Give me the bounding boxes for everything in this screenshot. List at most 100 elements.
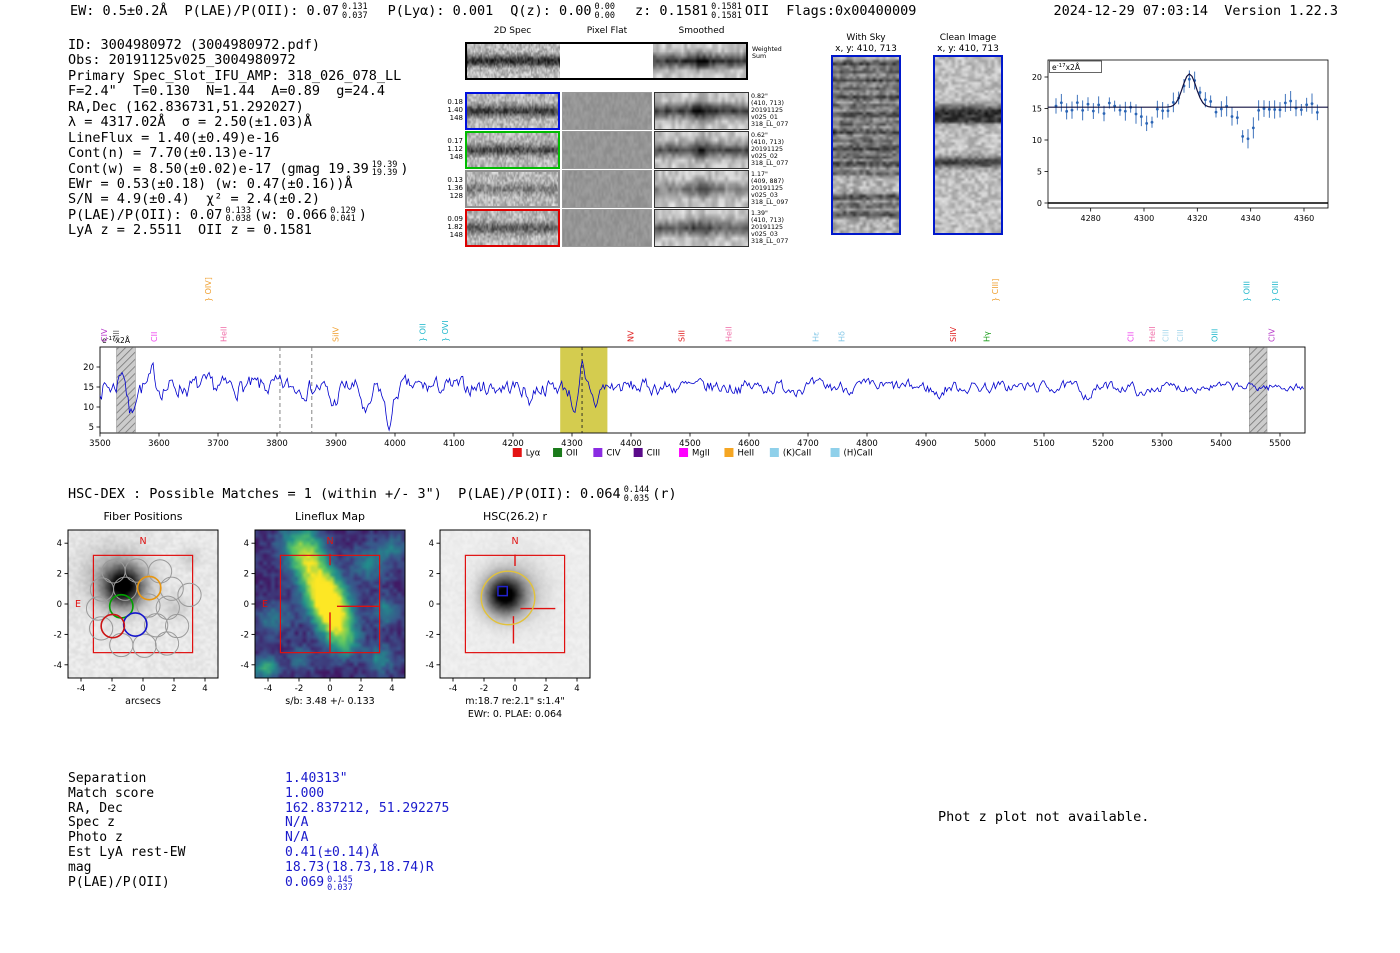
phot-z-note: Phot z plot not available. — [938, 809, 1150, 825]
svg-text:0: 0 — [244, 600, 249, 610]
row-smoothed-cutout-canvas — [655, 210, 748, 246]
spectrum-data-point — [1145, 121, 1149, 125]
hsc-dex-match-line: HSC-DEX : Possible Matches = 1 (within +… — [68, 485, 677, 504]
elixer-report-page: EW: 0.5±0.2Å P(LAE)/P(OII): 0.07 0.131 0.… — [0, 0, 1400, 953]
spectrum-data-point — [1081, 108, 1085, 112]
spectrum-data-point — [1123, 109, 1127, 113]
spectrum-data-point — [1086, 102, 1090, 106]
spectrum-data-point — [1278, 108, 1282, 112]
row-smoothed-cutout — [654, 92, 749, 130]
info-ewr: EWr = 0.53(±0.18) (w: 0.47(±0.16))Å — [68, 175, 353, 192]
emission-line-label: CIV — [1268, 328, 1277, 342]
info-radec: RA,Dec (162.836731,51.292027) — [68, 98, 304, 115]
row-2d-spec-cutout-canvas — [467, 211, 558, 245]
match-row-label: Est LyA rest-EW — [68, 844, 186, 860]
match-row-label: P(LAE)/P(OII) — [68, 874, 170, 890]
svg-text:4500: 4500 — [679, 439, 701, 449]
legend-label: HeII — [737, 449, 754, 459]
match-row-value: N/A — [285, 815, 309, 831]
match-row-value: 162.837212, 51.292275 — [285, 800, 450, 816]
header-plae-label: P(LAE)/P(OII): 0.07 — [184, 3, 339, 19]
svg-text:-4: -4 — [264, 684, 272, 694]
info-plae-frac: 0.133 0.038 — [225, 205, 252, 225]
svg-text:3700: 3700 — [207, 439, 229, 449]
svg-text:0: 0 — [57, 600, 62, 610]
fiber-circle — [132, 633, 157, 658]
svg-text:-4: -4 — [54, 661, 62, 671]
header-plae-frac: 0.131 0.037 — [341, 2, 368, 21]
with-sky-canvas — [833, 57, 899, 233]
fiber-circle — [154, 631, 180, 656]
header-qz-frac: 0.00 0.00 — [594, 2, 616, 21]
legend-label: MgII — [692, 449, 710, 459]
spectrum-data-point — [1059, 101, 1063, 105]
lineflux-caption: s/b: 3.48 +/- 0.133 — [285, 696, 375, 707]
row-2d-spec-cutout — [465, 170, 560, 208]
emission-line-label: Hγ — [983, 331, 992, 342]
row-smoothed-cutout-canvas — [655, 93, 748, 129]
spectrum-data-point — [1166, 109, 1170, 113]
info-plae-frac-w: 0.129 0.041 — [330, 205, 356, 225]
column-header-smoothed: Smoothed — [678, 26, 725, 36]
match-table-row: Est LyA rest-EW 0.41(±0.14)Å — [68, 844, 449, 861]
legend-swatch — [724, 448, 734, 457]
svg-text:-2: -2 — [108, 684, 116, 694]
weighted-sum-label: Weighted Sum — [752, 46, 782, 60]
row-2d-spec-cutout-canvas — [467, 133, 558, 167]
flux-unit-label: e-17x2Å — [1052, 63, 1081, 72]
match-row-label: Separation — [68, 771, 147, 786]
svg-text:5500: 5500 — [1269, 439, 1291, 449]
svg-text:2: 2 — [171, 684, 176, 694]
row-pixel-flat-cutout — [562, 92, 652, 130]
spectrum-data-point — [1118, 108, 1122, 112]
match-table-row: RA, Dec 162.837212, 51.292275 — [68, 800, 450, 817]
info-redshifts: LyA z = 2.5511 OII z = 0.1581 — [68, 222, 312, 239]
header-z: z: 0.1581 0.1581 0.1581 OII — [635, 3, 769, 20]
spectrum-data-point — [1310, 102, 1314, 106]
spectrum-data-point — [1267, 107, 1271, 111]
row-smoothed-cutout — [654, 131, 749, 169]
svg-text:5400: 5400 — [1210, 439, 1232, 449]
cutout-row-left-stats: 0.18 1.40 148 — [447, 98, 463, 122]
fiber-xaxis-label: arcsecs — [125, 696, 161, 707]
header-qz: Q(z): 0.00 0.00 0.00 — [510, 3, 618, 20]
header-z-label: z: 0.1581 — [635, 3, 709, 19]
column-header-pixel-flat: Pixel Flat — [586, 26, 628, 36]
clean-image-coords: x, y: 410, 713 — [937, 44, 999, 54]
match-row-value: 18.73(18.73,18.74)R — [285, 859, 434, 875]
svg-text:4: 4 — [244, 539, 249, 549]
svg-text:-4: -4 — [426, 661, 434, 671]
header-z-frac: 0.1581 0.1581 — [711, 2, 742, 21]
svg-text:2: 2 — [244, 570, 249, 580]
cutout-row-right-annotation: 1.17" (409, 887) 20191125 v025_03 318_LL_097 — [751, 171, 789, 206]
emission-line-label: CIII — [1162, 329, 1171, 342]
weighted-smoothed-canvas — [653, 44, 746, 78]
column-header-2d-spec: 2D Spec — [493, 26, 532, 36]
svg-text:5: 5 — [1037, 167, 1042, 176]
header-ew: EW: 0.5±0.2Å — [70, 3, 168, 19]
emission-line-label: SiIV — [949, 326, 958, 342]
svg-text:0: 0 — [429, 600, 434, 610]
spectrum-data-point — [1171, 100, 1175, 104]
svg-text:5300: 5300 — [1151, 439, 1173, 449]
row-pixel-flat-cutout-canvas — [563, 93, 651, 129]
legend-label: OII — [566, 449, 578, 459]
legend-swatch — [593, 448, 603, 457]
fiber-circle — [147, 559, 173, 584]
emission-line-label: } OIII — [1242, 281, 1251, 302]
row-2d-spec-cutout — [465, 131, 560, 169]
emission-line-label: CII — [1127, 332, 1136, 342]
cutout-row-left-stats: 0.17 1.12 148 — [447, 137, 463, 161]
svg-text:-4: -4 — [449, 684, 457, 694]
header-plya: P(Lyα): 0.001 — [387, 3, 494, 19]
row-2d-spec-cutout — [465, 209, 560, 247]
svg-text:4: 4 — [429, 539, 434, 549]
spectrum-data-point — [1315, 110, 1319, 114]
match-table-row: Photo z N/A — [68, 830, 449, 846]
header-flags: Flags:0x00400009 — [786, 3, 917, 19]
hsc-caption-1: m:18.7 re:2.1" s:1.4" — [465, 696, 565, 707]
hsc-cutout-overlay: -4 -4 -2 -2 0 0 2 2 4 4 N — [426, 529, 591, 694]
north-marker: N — [139, 536, 146, 547]
spectrum-data-point — [1251, 126, 1255, 130]
header-plae: P(LAE)/P(OII): 0.07 0.131 0.037 — [185, 3, 371, 20]
